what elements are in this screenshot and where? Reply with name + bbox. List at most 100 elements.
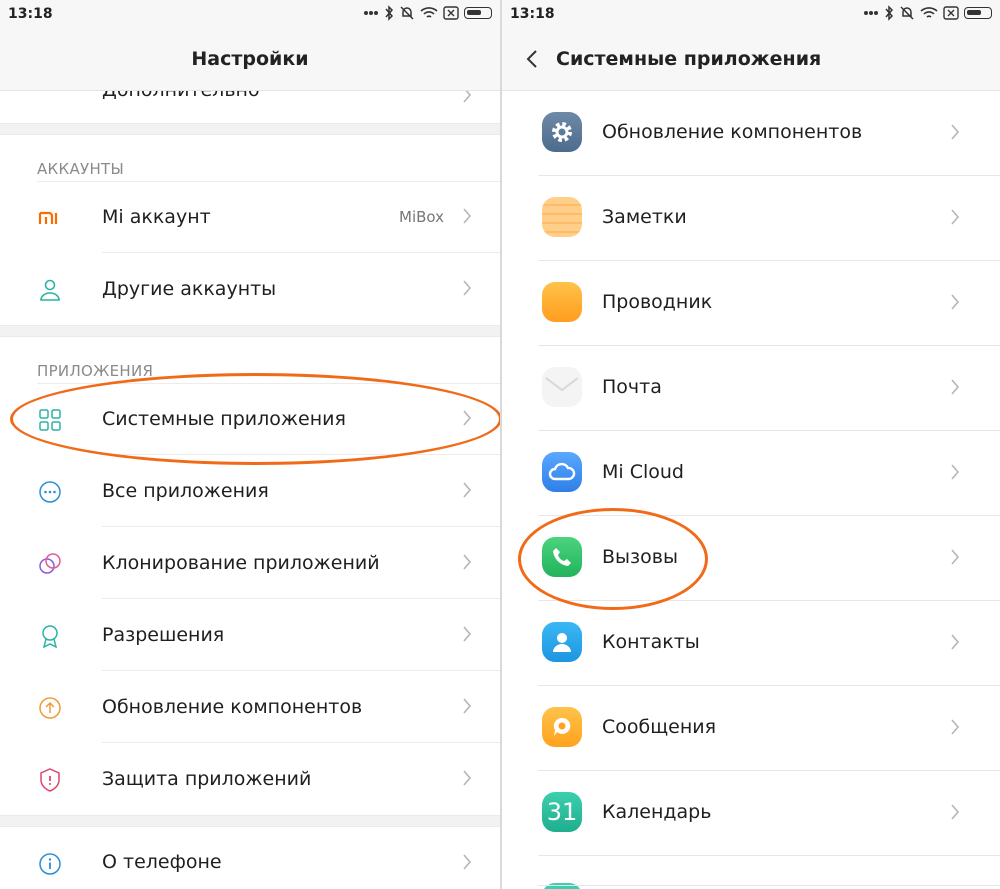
- status-bar: 13:18: [0, 0, 500, 28]
- list-item-clipped[interactable]: Дополнительно: [0, 91, 500, 123]
- calendar-app-icon: 31: [542, 792, 582, 832]
- bluetooth-icon: [885, 5, 894, 21]
- clone-apps-item[interactable]: Клонирование приложений: [0, 527, 500, 599]
- item-label: Другие аккаунты: [102, 278, 277, 300]
- app-label: Календарь: [602, 801, 712, 823]
- shield-icon: [40, 768, 60, 792]
- chevron-right-icon: [951, 464, 960, 480]
- chevron-right-icon: [951, 379, 960, 395]
- calendar-day-number: 31: [546, 798, 578, 826]
- permissions-item[interactable]: Разрешения: [0, 599, 500, 671]
- dots-icon: [364, 11, 378, 15]
- gear-app-icon: [542, 112, 582, 152]
- bluetooth-icon: [385, 5, 394, 21]
- section-title: ПРИЛОЖЕНИЯ: [37, 362, 154, 380]
- chevron-right-icon: [951, 804, 960, 820]
- settings-header: Настройки: [0, 28, 500, 91]
- app-protection-item[interactable]: Защита приложений: [0, 743, 500, 815]
- item-label: Mi аккаунт: [102, 206, 211, 228]
- chevron-right-icon: [951, 549, 960, 565]
- section-gap: [0, 325, 500, 337]
- system-apps-list[interactable]: Обновление компонентов Заметки Проводник…: [502, 91, 1000, 889]
- award-icon: [42, 625, 58, 649]
- app-label: Контакты: [602, 631, 700, 653]
- battery-icon: [464, 7, 492, 19]
- list-item-label: Дополнительно: [102, 91, 260, 101]
- app-label: Mi Cloud: [602, 461, 684, 483]
- mute-bell-icon: [900, 6, 914, 20]
- system-apps-header: Системные приложения: [502, 28, 1000, 91]
- chevron-right-icon: [951, 124, 960, 140]
- explorer-app-icon: [542, 282, 582, 322]
- item-label: Клонирование приложений: [102, 552, 380, 574]
- phone-app-icon: [542, 537, 582, 577]
- contacts-app[interactable]: Контакты: [502, 601, 1000, 686]
- chevron-right-icon: [463, 91, 472, 103]
- chevron-right-icon: [463, 554, 472, 570]
- item-label: Системные приложения: [102, 408, 346, 430]
- back-arrow-icon[interactable]: [522, 48, 544, 70]
- chevron-right-icon: [463, 410, 472, 426]
- about-phone-item[interactable]: О телефоне: [0, 827, 500, 889]
- status-icons: [863, 5, 992, 21]
- section-gap: [0, 123, 500, 135]
- status-icons: [363, 5, 492, 21]
- component-update-app[interactable]: Обновление компонентов: [502, 91, 1000, 176]
- section-gap: [0, 815, 500, 827]
- chevron-right-icon: [463, 280, 472, 296]
- mute-bell-icon: [400, 6, 414, 20]
- item-value: MiBox: [399, 208, 444, 226]
- explorer-app[interactable]: Проводник: [502, 261, 1000, 346]
- mi-account-item[interactable]: Mi аккаунт MiBox: [0, 181, 500, 253]
- wifi-icon: [920, 7, 938, 18]
- chevron-right-icon: [463, 770, 472, 786]
- no-sim-icon: [943, 6, 959, 20]
- status-time: 13:18: [8, 6, 53, 22]
- notes-app[interactable]: Заметки: [502, 176, 1000, 261]
- messages-app[interactable]: Сообщения: [502, 686, 1000, 771]
- calls-app[interactable]: Вызовы: [502, 516, 1000, 601]
- contacts-app-icon: [542, 622, 582, 662]
- notes-app-icon: [542, 197, 582, 237]
- page-title: Системные приложения: [556, 48, 822, 70]
- person-icon: [40, 279, 60, 301]
- settings-screen: 13:18 Настройки Дополнительно АККАУНТЫ M…: [0, 0, 500, 889]
- next-app-partial[interactable]: [502, 856, 1000, 889]
- chevron-right-icon: [463, 854, 472, 870]
- partial-app-icon: [542, 883, 582, 889]
- app-label: Обновление компонентов: [602, 121, 863, 143]
- upload-circle-icon: [39, 697, 61, 719]
- chevron-right-icon: [463, 626, 472, 642]
- grid-icon: [39, 409, 61, 431]
- app-label: Проводник: [602, 291, 713, 313]
- chevron-right-icon: [463, 208, 472, 224]
- chevron-right-icon: [951, 209, 960, 225]
- all-apps-item[interactable]: Все приложения: [0, 455, 500, 527]
- section-header-accounts: АККАУНТЫ: [0, 135, 500, 181]
- item-label: Разрешения: [102, 624, 225, 646]
- section-title: АККАУНТЫ: [37, 160, 125, 178]
- status-bar: 13:18: [502, 0, 1000, 28]
- calendar-app[interactable]: 31 Календарь: [502, 771, 1000, 856]
- messages-app-icon: [542, 707, 582, 747]
- component-update-item[interactable]: Обновление компонентов: [0, 671, 500, 743]
- system-apps-screen: 13:18 Системные приложения Обновление ко…: [502, 0, 1000, 889]
- mail-app[interactable]: Почта: [502, 346, 1000, 431]
- settings-list[interactable]: Дополнительно АККАУНТЫ Mi аккаунт MiBox …: [0, 91, 500, 889]
- item-label: Защита приложений: [102, 768, 312, 790]
- mi-cloud-app[interactable]: Mi Cloud: [502, 431, 1000, 516]
- other-accounts-item[interactable]: Другие аккаунты: [0, 253, 500, 325]
- no-sim-icon: [443, 6, 459, 20]
- mail-app-icon: [542, 367, 582, 407]
- chevron-right-icon: [951, 719, 960, 735]
- section-header-apps: ПРИЛОЖЕНИЯ: [0, 337, 500, 383]
- dots-icon: [864, 11, 878, 15]
- mi-logo-icon: [38, 211, 58, 224]
- item-label: Обновление компонентов: [102, 696, 363, 718]
- item-label: О телефоне: [102, 851, 222, 873]
- clone-circles-icon: [39, 553, 61, 574]
- system-apps-item[interactable]: Системные приложения: [0, 383, 500, 455]
- status-time: 13:18: [510, 6, 555, 22]
- cloud-app-icon: [542, 452, 582, 492]
- chevron-right-icon: [463, 698, 472, 714]
